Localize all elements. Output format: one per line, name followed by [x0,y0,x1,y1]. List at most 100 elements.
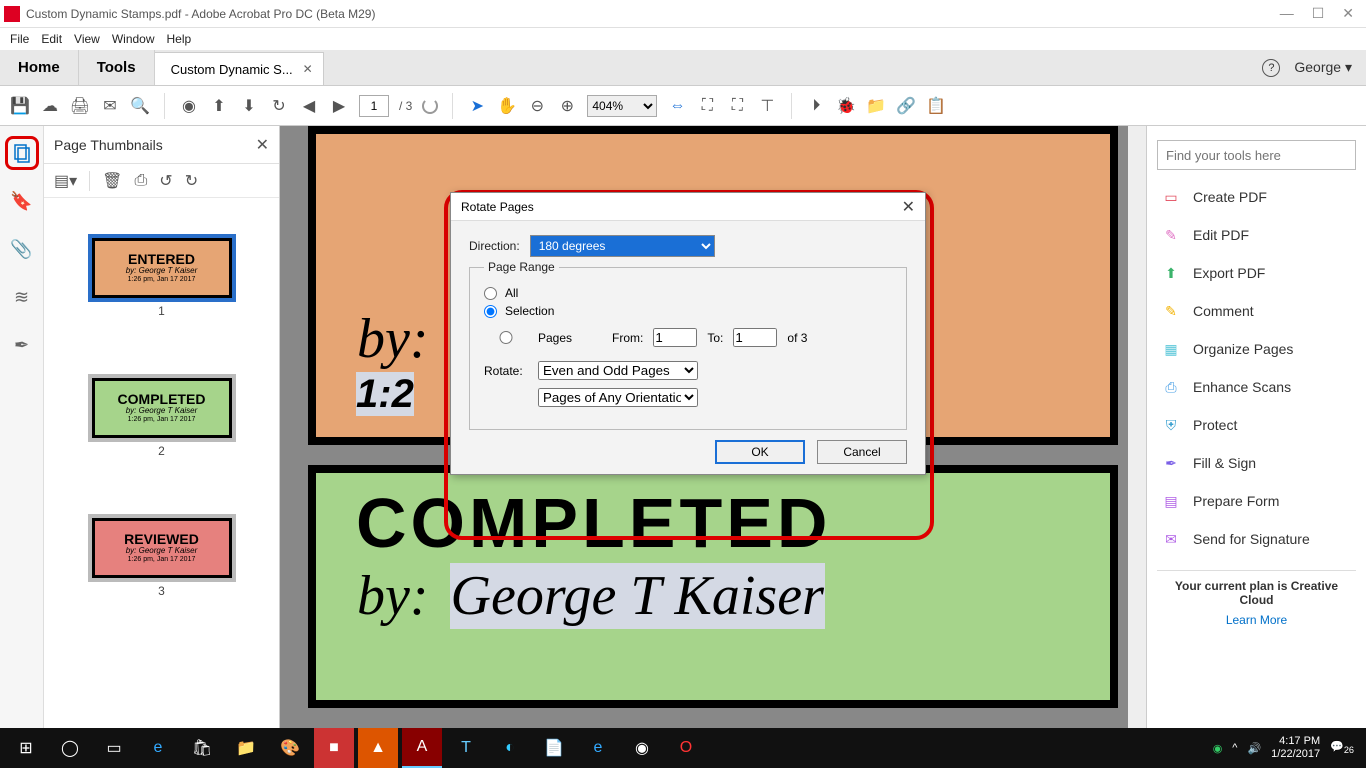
nav-fwd-icon[interactable]: ▶ [329,96,349,116]
rail-attachments-icon[interactable]: 📎 [5,232,39,266]
tool-label: Send for Signature [1193,531,1310,547]
from-input[interactable] [653,328,697,347]
page-rotate-icon[interactable]: ↻ [269,96,289,116]
thumbnail[interactable]: REVIEWEDby: George T Kaiser1:26 pm, Jan … [92,518,232,598]
rail-bookmarks-icon[interactable]: 🔖 [5,184,39,218]
app5-icon[interactable]: 📄 [534,728,574,768]
store-icon[interactable]: 🛍 [182,728,222,768]
tool-item[interactable]: ⛨Protect [1157,406,1356,444]
zoom-in-icon[interactable]: ⊕ [557,96,577,116]
cloud-icon[interactable]: ☁ [40,96,60,116]
help-icon[interactable]: ? [1262,59,1280,77]
rotate-orientation-select[interactable]: Pages of Any Orientation [538,388,698,407]
page-down-icon[interactable]: ⬇ [239,96,259,116]
tool-item[interactable]: ▤Prepare Form [1157,482,1356,520]
rail-layers-icon[interactable]: ≋ [5,280,39,314]
rail-signatures-icon[interactable]: ✒ [5,328,39,362]
radio-pages[interactable] [484,331,528,344]
tab-close-icon[interactable]: ✕ [303,62,313,76]
search-icon[interactable]: 🔍 [130,96,150,116]
app1-icon[interactable]: ■ [314,728,354,768]
rotate-parity-select[interactable]: Even and Odd Pages [538,361,698,380]
cortana-icon[interactable]: ◯ [50,728,90,768]
app4-icon[interactable]: ◐ [490,728,530,768]
learn-more-link[interactable]: Learn More [1157,613,1356,627]
tool-item[interactable]: ▦Organize Pages [1157,330,1356,368]
radio-all[interactable] [484,287,497,300]
fit-page-icon[interactable]: ⛶ [697,96,717,116]
user-menu[interactable]: George ▾ [1294,59,1352,76]
page-number-input[interactable] [359,95,389,117]
thumb-rotate-cw-icon[interactable]: ↻ [185,171,198,191]
tab-home[interactable]: Home [0,50,79,85]
tool-item[interactable]: ✎Comment [1157,292,1356,330]
cancel-button[interactable]: Cancel [817,440,907,464]
pointer-icon[interactable]: ➤ [467,96,487,116]
minimize-button[interactable]: — [1280,5,1294,22]
save-icon[interactable]: 💾 [10,96,30,116]
menu-view[interactable]: View [74,32,100,46]
ie-icon[interactable]: e [578,728,618,768]
thumb-options-icon[interactable]: ▤▾ [54,171,77,191]
thumb-insert-icon[interactable]: ⎙ [134,172,147,190]
tag-icon[interactable]: ⏵ [806,96,826,116]
menu-window[interactable]: Window [112,32,155,46]
opera-icon[interactable]: O [666,728,706,768]
tool-item[interactable]: ⎙Enhance Scans [1157,368,1356,406]
clipboard-icon[interactable]: 📋 [926,96,946,116]
fullscreen-icon[interactable]: ⛶ [727,96,747,116]
app3-icon[interactable]: T [446,728,486,768]
tool-item[interactable]: ✎Edit PDF [1157,216,1356,254]
menu-file[interactable]: File [10,32,29,46]
start-icon[interactable]: ⊞ [6,728,46,768]
tab-document[interactable]: Custom Dynamic S... ✕ [155,52,324,85]
app2-icon[interactable]: ▲ [358,728,398,768]
hand-icon[interactable]: ✋ [497,96,517,116]
doc-scrollbar[interactable] [1128,126,1146,728]
tray-app-icon[interactable]: ◉ [1213,742,1223,755]
mail-icon[interactable]: ✉ [100,96,120,116]
paint-icon[interactable]: 🎨 [270,728,310,768]
bug-icon[interactable]: 🐞 [836,96,856,116]
menu-edit[interactable]: Edit [41,32,62,46]
rail-thumbnails-icon[interactable] [5,136,39,170]
menu-help[interactable]: Help [167,32,192,46]
explorer-icon[interactable]: 📁 [226,728,266,768]
tool-item[interactable]: ✉Send for Signature [1157,520,1356,558]
fit-width-icon[interactable]: ⇔ [667,96,687,116]
print-icon[interactable]: 🖨 [70,96,90,116]
ok-button[interactable]: OK [715,440,805,464]
thumbnails-close-icon[interactable]: ✕ [256,135,269,155]
thumbnail[interactable]: ENTEREDby: George T Kaiser1:26 pm, Jan 1… [92,238,232,318]
tool-item[interactable]: ▭Create PDF [1157,178,1356,216]
page-nav-icon[interactable]: ◉ [179,96,199,116]
tab-tools[interactable]: Tools [79,50,155,85]
clock[interactable]: 4:17 PM 1/22/2017 [1271,735,1320,761]
close-button[interactable]: ✕ [1342,5,1354,22]
dialog-close-icon[interactable]: ✕ [902,197,915,217]
nav-back-icon[interactable]: ◀ [299,96,319,116]
tool-item[interactable]: ⬆Export PDF [1157,254,1356,292]
folder-icon[interactable]: 📁 [866,96,886,116]
tray-volume-icon[interactable]: 🔊 [1247,742,1261,755]
maximize-button[interactable]: ☐ [1312,5,1325,22]
tools-search-input[interactable] [1157,140,1356,170]
link-icon[interactable]: 🔗 [896,96,916,116]
direction-select[interactable]: 180 degrees [530,235,715,257]
thumbnail[interactable]: COMPLETEDby: George T Kaiser1:26 pm, Jan… [92,378,232,458]
thumb-delete-icon[interactable]: 🗑 [102,171,122,191]
page-up-icon[interactable]: ⬆ [209,96,229,116]
to-input[interactable] [733,328,777,347]
taskview-icon[interactable]: ▭ [94,728,134,768]
tray-up-icon[interactable]: ^ [1232,742,1237,754]
notifications-icon[interactable]: 💬26 [1330,740,1354,755]
ruler-icon[interactable]: ⊤ [757,96,777,116]
acrobat-icon[interactable]: A [402,728,442,768]
chrome-icon[interactable]: ◉ [622,728,662,768]
radio-selection[interactable] [484,305,497,318]
zoom-select[interactable]: 404% [587,95,657,117]
tool-item[interactable]: ✒Fill & Sign [1157,444,1356,482]
edge-icon[interactable]: e [138,728,178,768]
zoom-out-icon[interactable]: ⊖ [527,96,547,116]
thumb-rotate-ccw-icon[interactable]: ↺ [159,171,172,191]
